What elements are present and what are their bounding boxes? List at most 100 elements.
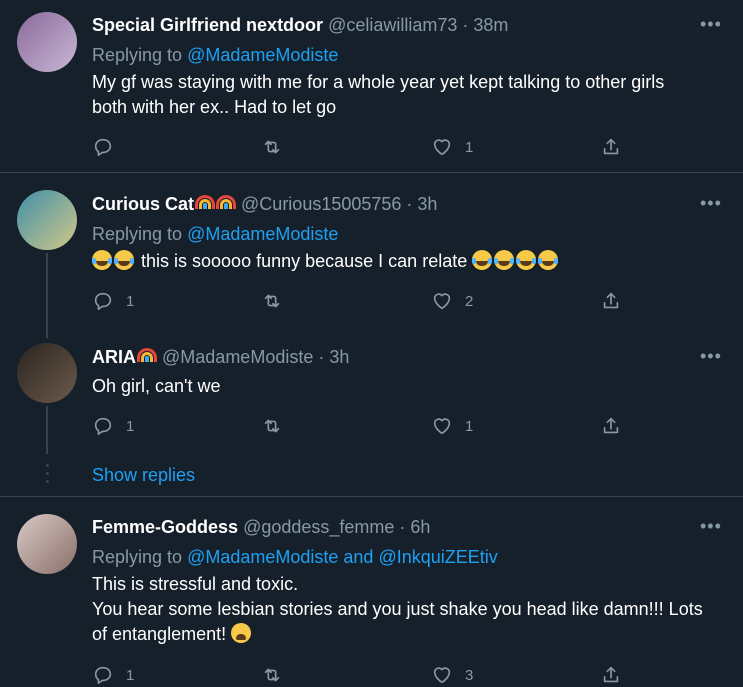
retweet-button[interactable] bbox=[261, 135, 283, 159]
thread-dot bbox=[46, 464, 49, 467]
tweet-actions: 1 1 bbox=[92, 414, 632, 438]
joy-emoji bbox=[538, 250, 559, 270]
replying-and: and bbox=[338, 547, 379, 567]
reply-icon bbox=[92, 136, 114, 158]
joy-emoji bbox=[516, 250, 537, 270]
replying-to: Replying to @MadameModiste bbox=[92, 43, 338, 67]
user-handle[interactable]: @goddess_femme bbox=[243, 517, 394, 537]
display-name[interactable]: Curious Cat bbox=[92, 194, 194, 214]
thread-line bbox=[46, 253, 48, 338]
tweet-header: Curious Cat @Curious15005756 · 3h bbox=[92, 192, 437, 216]
tweet[interactable]: Femme-Goddess @goddess_femme · 6h ••• Re… bbox=[0, 497, 743, 687]
joy-emoji bbox=[472, 250, 493, 270]
tweet-header: ARIA @MadameModiste · 3h bbox=[92, 345, 349, 369]
timestamp[interactable]: 3h bbox=[329, 347, 349, 367]
avatar[interactable] bbox=[17, 190, 77, 250]
separator: · bbox=[401, 194, 418, 214]
tweet-text-line: This is stressful and toxic. bbox=[92, 574, 299, 594]
user-handle[interactable]: @Curious15005756 bbox=[241, 194, 401, 214]
joy-emoji bbox=[114, 250, 134, 270]
timestamp[interactable]: 3h bbox=[417, 194, 437, 214]
replying-to: Replying to @MadameModiste and @InkquiZE… bbox=[92, 545, 498, 569]
share-icon bbox=[600, 415, 622, 437]
tweet-text-line: of entanglement! bbox=[92, 624, 227, 644]
separator: · bbox=[394, 517, 411, 537]
mention-link[interactable]: @InkquiZEEtiv bbox=[378, 547, 497, 567]
share-button[interactable] bbox=[600, 414, 622, 438]
reply-icon bbox=[92, 290, 114, 312]
reply-button[interactable]: 1 bbox=[92, 663, 134, 687]
thread-line bbox=[46, 406, 48, 454]
user-handle[interactable]: @celiawilliam73 bbox=[328, 15, 457, 35]
avatar[interactable] bbox=[17, 343, 77, 403]
tweet-header: Special Girlfriend nextdoor @celiawillia… bbox=[92, 13, 508, 37]
like-button[interactable]: 1 bbox=[431, 135, 473, 159]
more-icon[interactable]: ••• bbox=[700, 514, 722, 538]
replying-label: Replying to bbox=[92, 45, 188, 65]
share-icon bbox=[600, 664, 622, 686]
rainbow-emoji bbox=[216, 195, 237, 209]
share-button[interactable] bbox=[600, 663, 622, 687]
rainbow-emoji bbox=[195, 195, 216, 209]
mention-link[interactable]: @MadameModiste bbox=[187, 45, 338, 65]
reply-button[interactable] bbox=[92, 135, 126, 159]
retweet-icon bbox=[261, 415, 283, 437]
retweet-icon bbox=[261, 290, 283, 312]
retweet-icon bbox=[261, 664, 283, 686]
separator: · bbox=[457, 15, 474, 35]
display-name[interactable]: Femme-Goddess bbox=[92, 517, 238, 537]
retweet-button[interactable] bbox=[261, 414, 283, 438]
tweet[interactable]: ARIA @MadameModiste · 3h ••• Oh girl, ca… bbox=[0, 328, 743, 493]
reply-icon bbox=[92, 664, 114, 686]
like-count: 3 bbox=[465, 666, 474, 684]
like-icon bbox=[431, 415, 453, 437]
retweet-icon bbox=[261, 136, 283, 158]
tweet-header: Femme-Goddess @goddess_femme · 6h bbox=[92, 515, 430, 539]
like-icon bbox=[431, 664, 453, 686]
timestamp[interactable]: 38m bbox=[473, 15, 508, 35]
like-button[interactable]: 3 bbox=[431, 663, 473, 687]
reply-button[interactable]: 1 bbox=[92, 414, 134, 438]
like-count: 1 bbox=[465, 417, 474, 435]
tweet-text-line: both with her ex.. Had to let go bbox=[92, 97, 337, 117]
mention-link[interactable]: @MadameModiste bbox=[187, 224, 338, 244]
thread-dot bbox=[46, 472, 49, 475]
thread-dot bbox=[46, 480, 49, 483]
tweet-actions: 1 3 bbox=[92, 663, 632, 687]
reply-button[interactable]: 1 bbox=[92, 289, 134, 313]
more-icon[interactable]: ••• bbox=[700, 12, 722, 36]
reply-count: 1 bbox=[126, 666, 135, 684]
replying-label: Replying to bbox=[92, 224, 188, 244]
mention-link[interactable]: @MadameModiste bbox=[187, 547, 338, 567]
tweet[interactable]: Special Girlfriend nextdoor @celiawillia… bbox=[0, 0, 743, 170]
retweet-button[interactable] bbox=[261, 663, 283, 687]
tweet-actions: 1 2 bbox=[92, 289, 632, 313]
tweet-text: Oh girl, can't we bbox=[92, 374, 732, 399]
share-button[interactable] bbox=[600, 135, 622, 159]
tweet-text-line-wrap: of entanglement! bbox=[92, 622, 732, 647]
reply-count: 1 bbox=[126, 417, 135, 435]
like-button[interactable]: 1 bbox=[431, 414, 473, 438]
user-handle[interactable]: @MadameModiste bbox=[162, 347, 313, 367]
avatar[interactable] bbox=[17, 514, 77, 574]
tweet-text-content: Oh girl, can't we bbox=[92, 376, 221, 396]
display-name[interactable]: Special Girlfriend nextdoor bbox=[92, 15, 323, 35]
joy-emoji bbox=[92, 250, 112, 270]
tweet-text-line: You hear some lesbian stories and you ju… bbox=[92, 599, 703, 619]
more-icon[interactable]: ••• bbox=[700, 191, 722, 215]
show-replies-link[interactable]: Show replies bbox=[92, 463, 195, 487]
tweet-text: this is sooooo funny because I can relat… bbox=[92, 249, 732, 274]
display-name[interactable]: ARIA bbox=[92, 347, 136, 367]
share-button[interactable] bbox=[600, 289, 622, 313]
timestamp[interactable]: 6h bbox=[410, 517, 430, 537]
replying-to: Replying to @MadameModiste bbox=[92, 222, 338, 246]
reply-count: 1 bbox=[126, 292, 135, 310]
retweet-button[interactable] bbox=[261, 289, 283, 313]
tweet-text: My gf was staying with me for a whole ye… bbox=[92, 70, 732, 120]
like-count: 2 bbox=[465, 292, 474, 310]
like-button[interactable]: 2 bbox=[431, 289, 473, 313]
avatar[interactable] bbox=[17, 12, 77, 72]
replying-label: Replying to bbox=[92, 547, 188, 567]
tweet[interactable]: Curious Cat @Curious15005756 · 3h ••• Re… bbox=[0, 173, 743, 338]
more-icon[interactable]: ••• bbox=[700, 344, 722, 368]
